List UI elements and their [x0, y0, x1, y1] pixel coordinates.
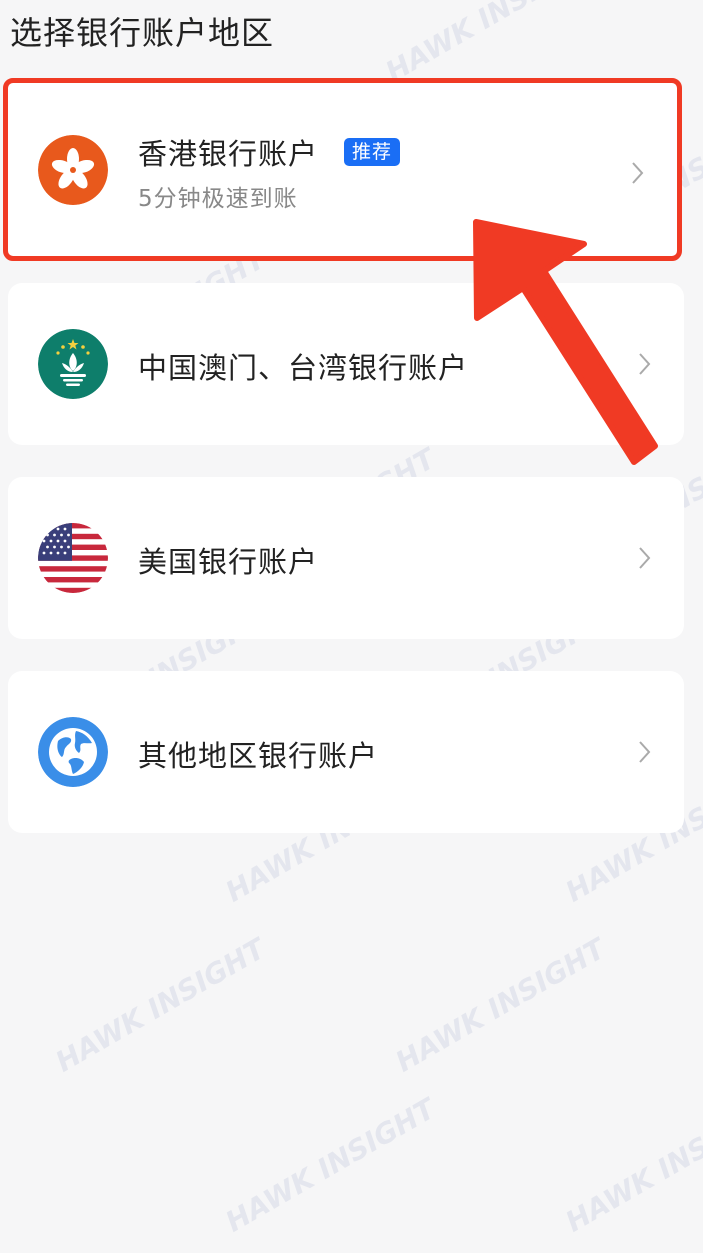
account-option-us[interactable]: 美国银行账户 — [8, 477, 684, 639]
watermark-text: HAWK INSIGHT — [560, 1092, 703, 1239]
watermark-text: HAWK INSIGHT — [390, 932, 611, 1079]
account-option-title: 美国银行账户 — [138, 545, 319, 579]
chevron-right-icon — [639, 353, 651, 375]
account-option-hong-kong[interactable]: 香港银行账户 推荐 5分钟极速到账 — [3, 78, 682, 261]
account-option-title: 中国澳门、台湾银行账户 — [138, 351, 469, 385]
globe-icon — [38, 717, 108, 787]
chevron-right-icon — [639, 741, 651, 763]
account-option-title: 其他地区银行账户 — [138, 739, 379, 773]
chevron-right-icon — [639, 547, 651, 569]
watermark-text: HAWK INSIGHT — [380, 0, 601, 89]
account-option-macau-taiwan[interactable]: 中国澳门、台湾银行账户 — [8, 283, 684, 445]
hong-kong-flag-icon — [38, 135, 108, 205]
chevron-right-icon — [632, 162, 644, 184]
recommended-badge: 推荐 — [344, 138, 401, 166]
watermark-text: HAWK INSIGHT — [50, 932, 271, 1079]
account-option-other[interactable]: 其他地区银行账户 — [8, 671, 684, 833]
us-flag-icon — [38, 523, 108, 593]
macau-flag-icon — [38, 329, 108, 399]
account-option-title: 香港银行账户 — [138, 137, 319, 171]
watermark-text: HAWK INSIGHT — [220, 1092, 441, 1239]
account-option-subtitle: 5分钟极速到账 — [138, 186, 298, 212]
page-title: 选择银行账户地区 — [10, 14, 275, 52]
